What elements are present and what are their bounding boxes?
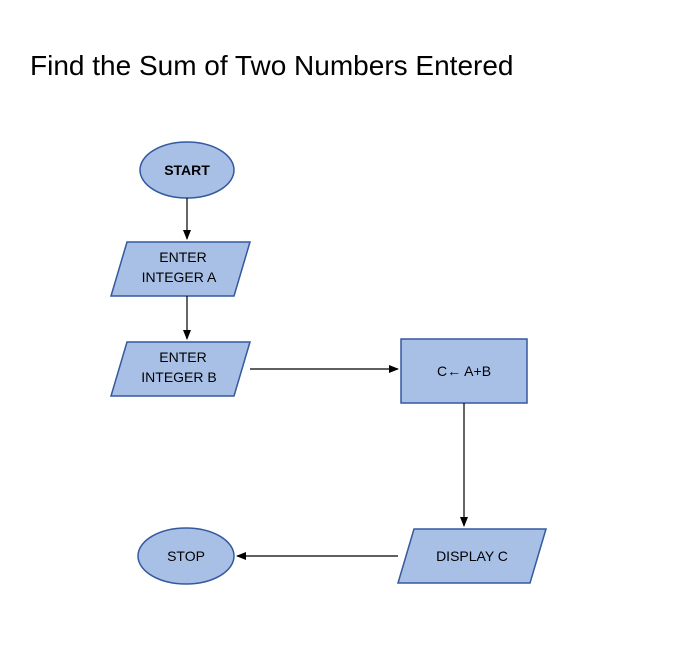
display-node: DISPLAY C bbox=[398, 529, 546, 583]
process-label: C← A+B bbox=[437, 363, 491, 379]
stop-node: STOP bbox=[138, 528, 234, 584]
enter-a-label-2: INTEGER A bbox=[142, 269, 217, 285]
flowchart-canvas: START ENTER INTEGER A ENTER INTEGER B C←… bbox=[0, 0, 680, 669]
display-label: DISPLAY C bbox=[436, 548, 508, 564]
enter-a-node: ENTER INTEGER A bbox=[111, 242, 250, 296]
enter-a-label-1: ENTER bbox=[159, 249, 206, 265]
enter-b-node: ENTER INTEGER B bbox=[111, 342, 250, 396]
start-label: START bbox=[164, 162, 210, 178]
process-node: C← A+B bbox=[401, 339, 527, 403]
start-node: START bbox=[140, 142, 234, 198]
enter-b-label-2: INTEGER B bbox=[141, 369, 216, 385]
stop-label: STOP bbox=[167, 548, 205, 564]
enter-b-label-1: ENTER bbox=[159, 349, 206, 365]
